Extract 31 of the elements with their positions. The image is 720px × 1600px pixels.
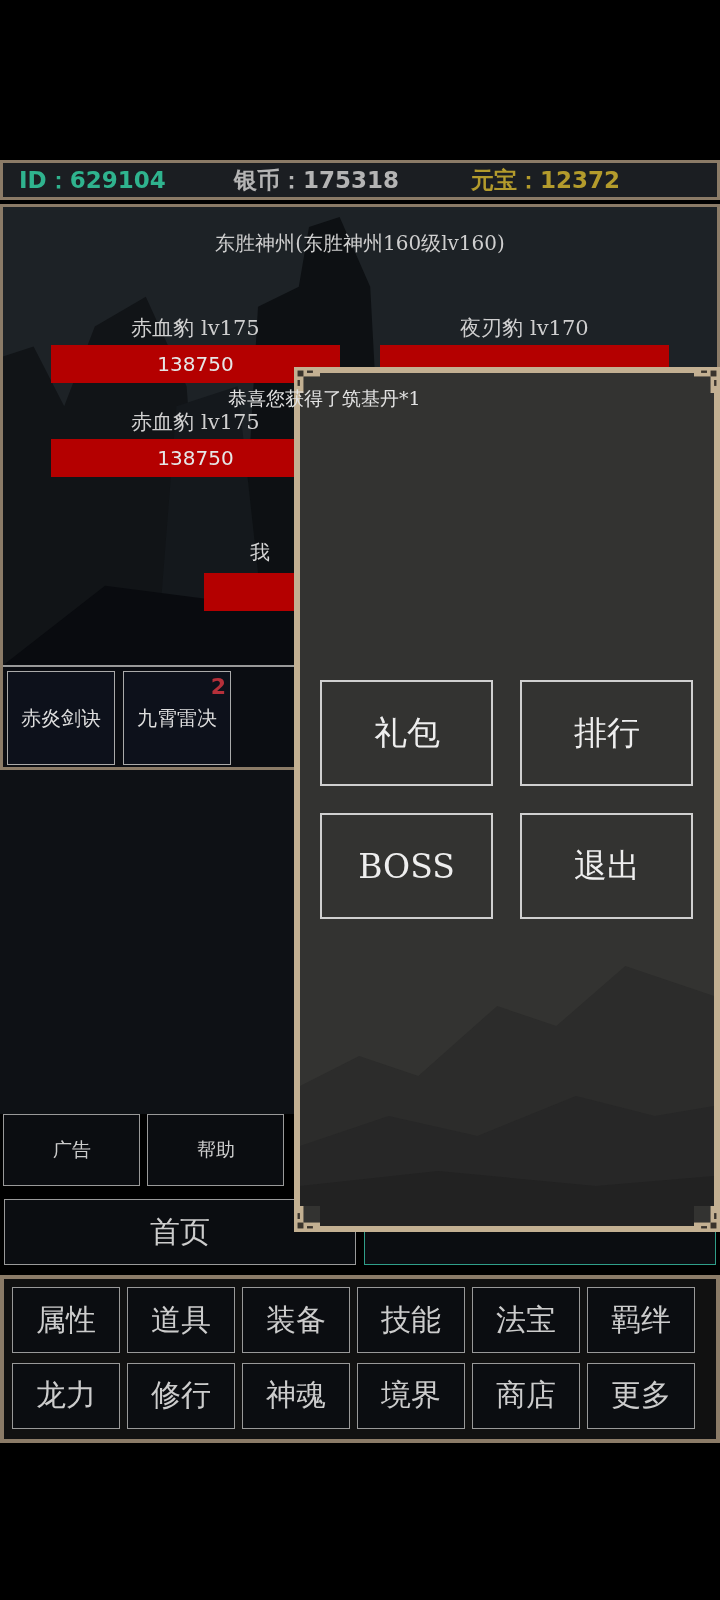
enemy-name: 赤血豹 lv175 <box>131 409 260 436</box>
skill-button[interactable]: 赤炎剑诀 <box>7 671 115 766</box>
menu-button[interactable]: 龙力 <box>12 1362 120 1429</box>
menu-button[interactable]: BOSS <box>320 813 493 919</box>
menu-button[interactable]: 法宝 <box>472 1287 580 1353</box>
enemy-name: 我 <box>250 539 270 566</box>
stat-text: ID：629104 <box>19 165 167 195</box>
stat-text: 银币：175318 <box>234 165 401 195</box>
enemy-name: 赤血豹 lv175 <box>131 315 260 342</box>
menu-button[interactable]: 礼包 <box>320 680 493 786</box>
menu-button[interactable]: 排行 <box>520 680 693 786</box>
menu-button[interactable]: 神魂 <box>242 1362 350 1429</box>
menu-button[interactable]: 属性 <box>12 1287 120 1353</box>
enemy-name: 夜刃豹 lv170 <box>460 315 589 342</box>
menu-button[interactable]: 羁绊 <box>587 1287 695 1353</box>
health-bar: 138750 <box>51 345 340 383</box>
menu-button[interactable]: 技能 <box>357 1287 465 1353</box>
menu-button[interactable]: 退出 <box>520 813 693 919</box>
skill-button[interactable]: 九霄雷决 2 <box>123 671 231 766</box>
menu-button[interactable]: 修行 <box>127 1362 235 1429</box>
menu-button[interactable]: 商店 <box>472 1362 580 1429</box>
menu-button[interactable]: 装备 <box>242 1287 350 1353</box>
menu-button[interactable]: 道具 <box>127 1287 235 1353</box>
map-title: 东胜神州(东胜神州160级lv160) <box>215 230 505 257</box>
action-button[interactable]: 帮助 <box>147 1114 284 1186</box>
count-text: 2 <box>210 674 226 700</box>
stat-text: 元宝：12372 <box>471 165 621 195</box>
action-button[interactable]: 广告 <box>3 1114 140 1186</box>
nav-tab[interactable]: 首页 <box>4 1199 356 1265</box>
menu-button[interactable]: 境界 <box>357 1362 465 1429</box>
menu-button[interactable]: 更多 <box>587 1362 695 1429</box>
